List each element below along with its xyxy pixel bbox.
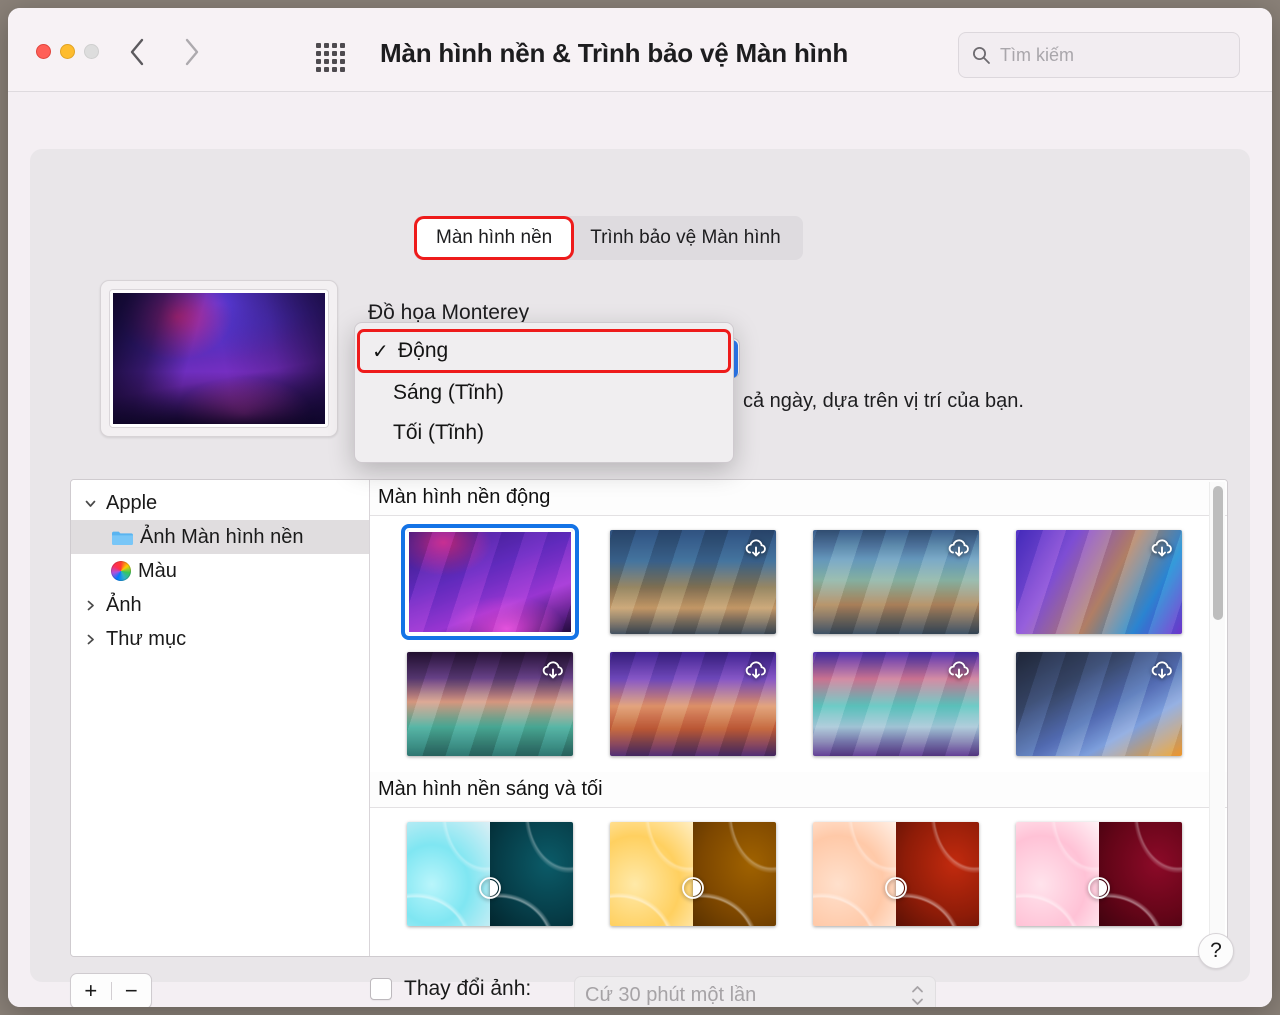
sidebar-item-desktop-pictures-label: Ảnh Màn hình nền [140,525,304,548]
change-picture-checkbox[interactable] [370,978,392,1000]
wallpaper-thumb-catalina-island[interactable] [813,530,980,634]
cloud-download-icon [540,658,566,684]
light-dark-icon [477,875,503,901]
menu-item-dynamic-label: Động [398,339,449,362]
tab-screensaver[interactable]: Trình bảo vệ Màn hình [571,219,799,257]
wallpaper-thumb-imac-yellow[interactable] [609,822,776,926]
cloud-download-icon [946,658,972,684]
menu-item-dark-label: Tối (Tĩnh) [393,421,485,444]
wallpaper-browser: Apple Ảnh Màn hình nền Màu Ảnh Thư mục M… [70,479,1228,957]
cloud-download-icon [1149,536,1175,562]
wallpaper-thumb-big-sur-graphic[interactable] [1016,530,1183,634]
folder-icon [111,529,133,546]
chevron-down-icon[interactable] [81,497,99,510]
preferences-content: Màn hình nền Trình bảo vệ Màn hình Đồ họ… [8,92,1272,1007]
change-interval-select[interactable]: Cứ 30 phút một lần [574,976,936,1007]
sidebar-item-colors-label: Màu [138,559,177,582]
menu-item-light-static[interactable]: Sáng (Tĩnh) [355,373,733,413]
wallpaper-thumb-solar-gradients[interactable] [1016,652,1183,756]
minimize-button[interactable] [60,44,75,59]
close-button[interactable] [36,44,51,59]
sidebar-item-folders[interactable]: Thư mục [71,622,369,656]
chevron-right-icon[interactable] [81,633,99,646]
sidebar-item-desktop-pictures[interactable]: Ảnh Màn hình nền [71,520,369,554]
section-header-dynamic: Màn hình nền động [370,480,1227,516]
wallpaper-thumb-the-desert[interactable] [609,652,776,756]
change-picture-label: Thay đổi ảnh: [404,977,532,1000]
system-preferences-window: Màn hình nền & Trình bảo vệ Màn hình Màn… [8,8,1272,1007]
sidebar-item-apple-label: Apple [106,491,158,514]
desktop-preview-wallpaper [113,293,325,424]
sidebar-item-photos[interactable]: Ảnh [71,588,369,622]
light-dark-wallpaper-grid [370,808,1227,942]
tab-desktop[interactable]: Màn hình nền [417,219,572,257]
wallpaper-grid-scrollbar[interactable] [1209,482,1225,954]
section-header-light-dark: Màn hình nền sáng và tối [370,772,1227,808]
zoom-button[interactable] [84,44,99,59]
menu-item-dark-static[interactable]: Tối (Tĩnh) [355,413,733,453]
wallpaper-thumb-imac-orange[interactable] [813,822,980,926]
menu-item-dynamic[interactable]: ✓ Động [357,329,731,373]
add-remove-folder-button: + − [70,973,152,1007]
light-dark-icon [680,875,706,901]
sidebar-item-photos-label: Ảnh [106,593,142,616]
wallpaper-thumb-imac-cyan[interactable] [406,822,573,926]
remove-folder-button[interactable]: − [112,978,152,1004]
wallpaper-thumb-imac-pink[interactable] [1016,822,1183,926]
search-icon [971,45,991,65]
tab-bar: Màn hình nền Trình bảo vệ Màn hình [414,216,803,260]
tab-screensaver-label: Trình bảo vệ Màn hình [590,227,781,248]
traffic-lights [36,44,99,59]
tab-desktop-label: Màn hình nền [436,227,553,248]
show-all-grid-icon[interactable] [316,43,346,73]
desktop-preview [100,280,338,437]
search-input[interactable] [1000,44,1227,66]
checkmark-icon: ✓ [372,340,389,363]
forward-arrow-icon[interactable] [180,36,202,68]
change-interval-value: Cứ 30 phút một lần [585,983,757,1006]
source-sidebar: Apple Ảnh Màn hình nền Màu Ảnh Thư mục [71,480,370,956]
dynamic-wallpaper-grid [370,516,1227,772]
navigation-buttons [126,36,202,68]
sidebar-item-folders-label: Thư mục [106,627,187,650]
wallpaper-thumb-big-sur-coast[interactable] [609,530,776,634]
menu-item-light-label: Sáng (Tĩnh) [393,381,504,404]
light-dark-icon [883,875,909,901]
color-wheel-icon [111,561,131,581]
wallpaper-thumb-monterey-graphic[interactable] [400,524,579,640]
change-picture-row: Thay đổi ảnh: [370,977,531,1001]
cloud-download-icon [743,536,769,562]
help-button[interactable]: ? [1198,933,1234,969]
scrollbar-thumb[interactable] [1213,486,1223,620]
desktop-preview-frame [110,290,328,427]
wallpaper-thumb-the-lake[interactable] [406,652,573,756]
window-titlebar: Màn hình nền & Trình bảo vệ Màn hình [8,8,1272,92]
wallpaper-thumb-the-beach[interactable] [813,652,980,756]
section-header-dynamic-label: Màn hình nền động [378,486,551,508]
cloud-download-icon [1149,658,1175,684]
section-header-light-dark-label: Màn hình nền sáng và tối [378,778,603,800]
light-dark-icon [1086,875,1112,901]
wallpaper-grid-area[interactable]: Màn hình nền động Màn hình nền sáng và t… [370,480,1227,956]
description-text: cả ngày, dựa trên vị trí của bạn. [743,390,1024,412]
add-folder-button[interactable]: + [71,978,111,1004]
page-title: Màn hình nền & Trình bảo vệ Màn hình [380,38,849,68]
stepper-arrows-icon[interactable] [909,985,925,1006]
cloud-download-icon [946,536,972,562]
search-field[interactable] [958,32,1240,78]
back-arrow-icon[interactable] [126,36,148,68]
chevron-right-icon[interactable] [81,599,99,612]
appearance-dropdown-menu: ✓ Động Sáng (Tĩnh) Tối (Tĩnh) [354,322,734,463]
cloud-download-icon [743,658,769,684]
sidebar-item-apple[interactable]: Apple [71,486,369,520]
sidebar-item-colors[interactable]: Màu [71,554,369,588]
